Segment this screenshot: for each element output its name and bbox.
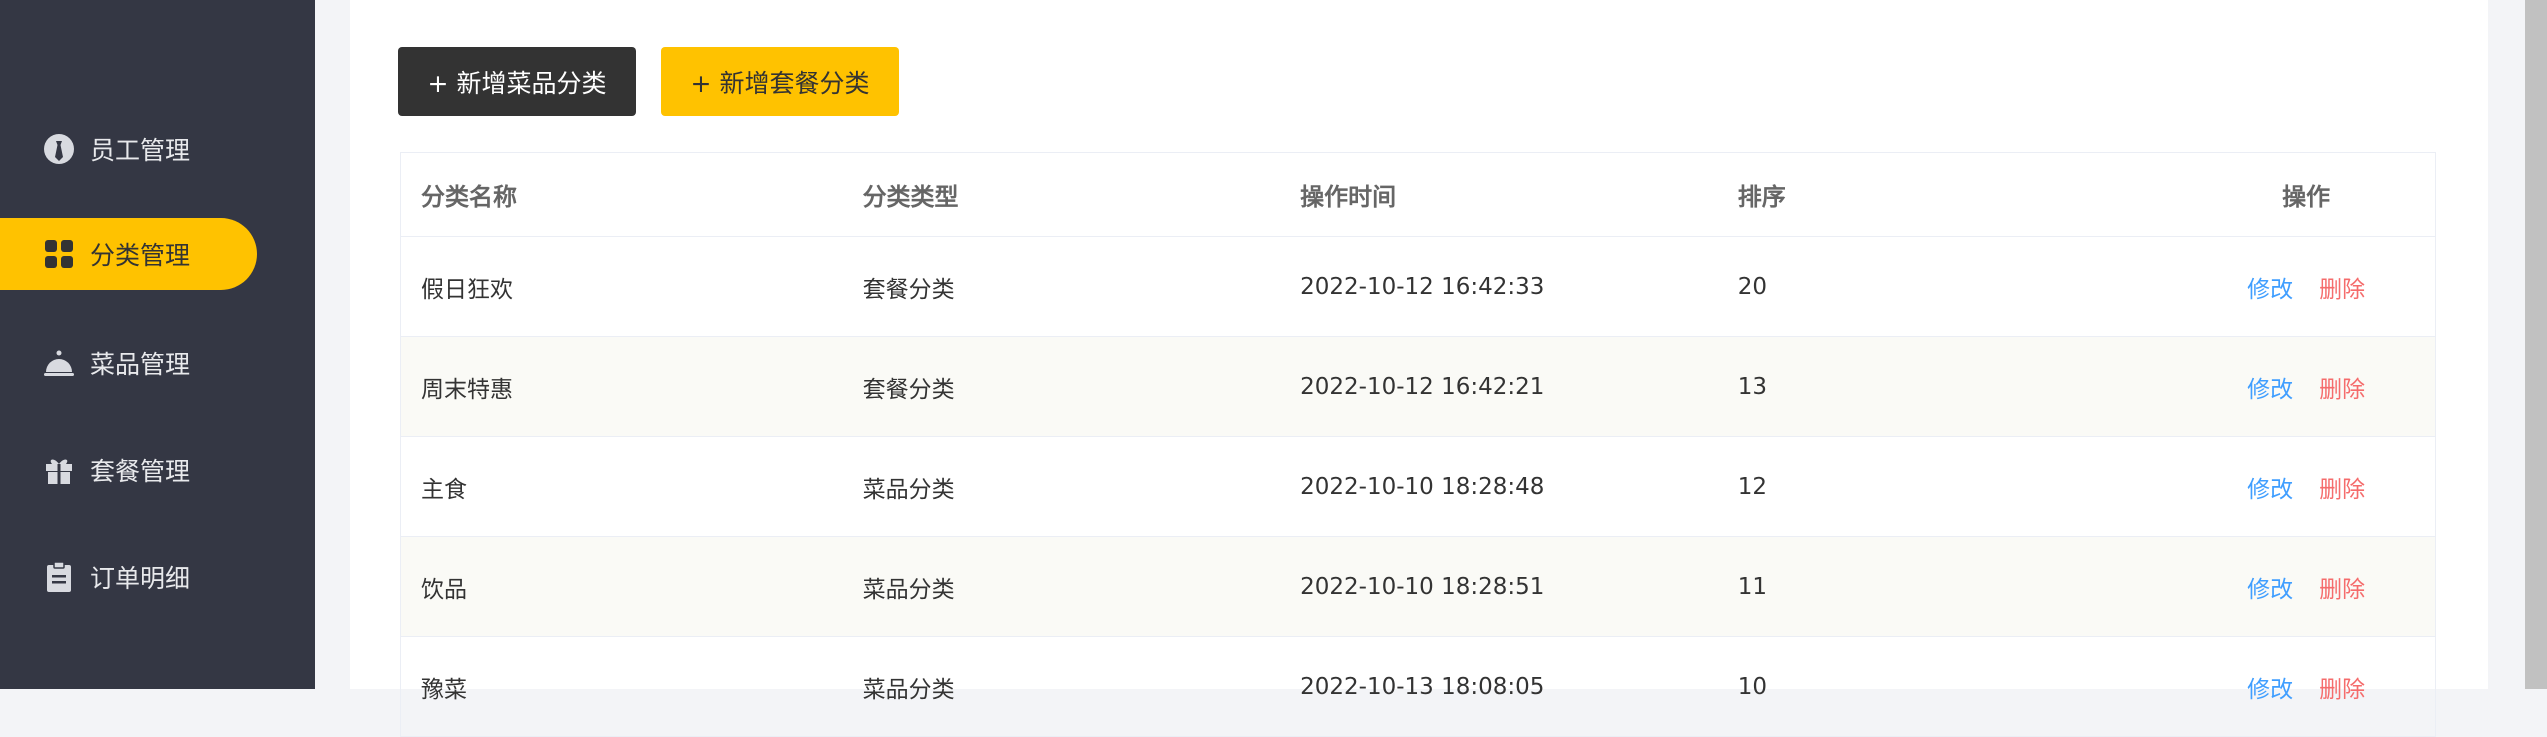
sidebar-item-label: 套餐管理 [90,457,191,486]
table-header-row: 分类名称 分类类型 操作时间 排序 操作 [401,153,2435,237]
sidebar-item-employee[interactable]: 员工管理 [0,113,190,185]
cell-time: 2022-10-12 16:42:21 [1300,373,1545,400]
header-action: 操作 [2282,183,2331,211]
edit-link[interactable]: 修改 [2247,670,2293,704]
delete-link[interactable]: 删除 [2319,270,2365,304]
cell-name: 周末特惠 [421,376,513,403]
add-combo-category-button[interactable]: + 新增套餐分类 [661,47,899,116]
cell-name: 豫菜 [421,676,467,703]
header-sort: 排序 [1737,183,1786,211]
cell-time: 2022-10-12 16:42:33 [1300,273,1545,300]
cell-type: 菜品分类 [862,476,955,503]
table-row: 主食 菜品分类 2022-10-10 18:28:48 12 修改 删除 [401,437,2435,537]
delete-link[interactable]: 删除 [2319,370,2365,404]
header-type: 分类类型 [862,183,959,211]
delete-link[interactable]: 删除 [2319,470,2365,504]
cell-sort: 20 [1737,273,1767,300]
table-row: 饮品 菜品分类 2022-10-10 18:28:51 11 修改 删除 [401,537,2435,637]
cell-actions: 修改 删除 [2177,370,2435,404]
delete-link[interactable]: 删除 [2319,570,2365,604]
cell-time: 2022-10-10 18:28:51 [1300,573,1545,600]
sidebar-item-category[interactable]: 分类管理 [0,218,257,290]
sidebar-item-label: 订单明细 [90,564,191,593]
cell-type: 菜品分类 [862,576,955,603]
edit-link[interactable]: 修改 [2247,370,2293,404]
cell-sort: 11 [1737,573,1767,600]
content-card: + 新增菜品分类 + 新增套餐分类 分类名称 分类类型 操作时间 排序 操作 假… [350,0,2488,737]
header-time: 操作时间 [1300,183,1397,211]
sidebar-item-label: 分类管理 [90,241,191,270]
cell-time: 2022-10-13 18:08:05 [1300,673,1545,700]
dish-icon [42,346,76,380]
category-table: 分类名称 分类类型 操作时间 排序 操作 假日狂欢 套餐分类 2022-10-1… [400,152,2436,737]
sidebar-item-combo[interactable]: 套餐管理 [0,434,190,506]
edit-link[interactable]: 修改 [2247,570,2293,604]
table-row: 假日狂欢 套餐分类 2022-10-12 16:42:33 20 修改 删除 [401,237,2435,337]
table-row: 周末特惠 套餐分类 2022-10-12 16:42:21 13 修改 删除 [401,337,2435,437]
sidebar-item-dish[interactable]: 菜品管理 [0,327,190,399]
delete-link[interactable]: 删除 [2319,670,2365,704]
cell-type: 套餐分类 [862,376,955,403]
cell-actions: 修改 删除 [2177,470,2435,504]
cell-name: 饮品 [421,576,467,603]
cell-actions: 修改 删除 [2177,670,2435,704]
header-name: 分类名称 [421,183,517,211]
sidebar-item-label: 菜品管理 [90,350,191,379]
sidebar-item-label: 员工管理 [90,136,191,165]
sidebar-item-orders[interactable]: 订单明细 [0,541,190,613]
cell-time: 2022-10-10 18:28:48 [1300,473,1545,500]
cell-actions: 修改 删除 [2177,570,2435,604]
vertical-scrollbar[interactable] [2525,0,2547,689]
category-icon [42,237,76,271]
edit-link[interactable]: 修改 [2247,270,2293,304]
add-dish-category-button[interactable]: + 新增菜品分类 [398,47,636,116]
cell-sort: 10 [1737,673,1767,700]
clipboard-icon [42,560,76,594]
cell-sort: 12 [1737,473,1767,500]
gift-icon [42,453,76,487]
cell-name: 假日狂欢 [421,276,513,303]
employee-icon [42,132,76,166]
table-row: 豫菜 菜品分类 2022-10-13 18:08:05 10 修改 删除 [401,637,2435,737]
sidebar: 员工管理 分类管理 菜品管理 套餐管理 订单明细 [0,0,315,689]
cell-sort: 13 [1737,373,1767,400]
cell-name: 主食 [421,476,467,503]
cell-type: 套餐分类 [862,276,955,303]
cell-actions: 修改 删除 [2177,270,2435,304]
edit-link[interactable]: 修改 [2247,470,2293,504]
cell-type: 菜品分类 [862,676,955,703]
